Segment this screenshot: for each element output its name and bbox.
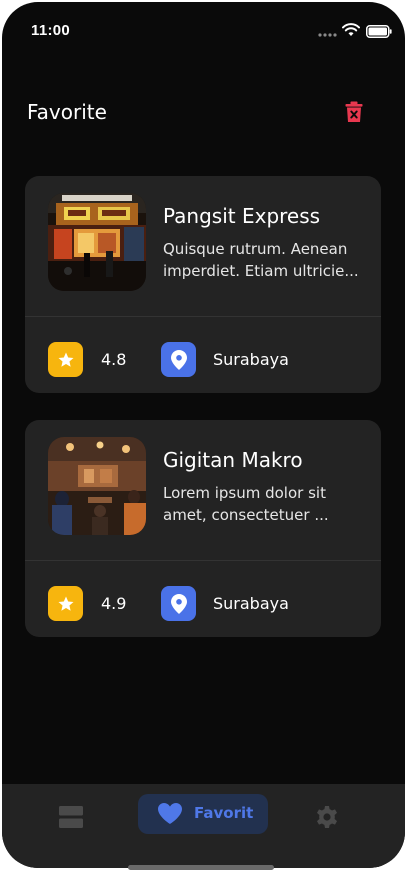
nav-settings-tab[interactable] (312, 802, 342, 832)
rating-badge (48, 342, 83, 377)
rating-badge (48, 586, 83, 621)
bottom-navigation: Favorit (2, 784, 405, 868)
city-name: Surabaya (213, 350, 289, 369)
star-icon (58, 596, 73, 611)
app-screen: 11:00 Favorite Pangsit Express Quisque r… (2, 2, 405, 868)
nav-list-tab[interactable] (56, 802, 86, 832)
location-pin-icon (170, 349, 187, 370)
location-badge (161, 586, 196, 621)
restaurant-name: Gigitan Makro (163, 448, 303, 472)
restaurant-name: Pangsit Express (163, 204, 321, 228)
wifi-icon (342, 23, 360, 36)
rating-value: 4.8 (101, 350, 127, 369)
nav-favorite-label: Favorit (194, 804, 254, 822)
status-time: 11:00 (31, 22, 71, 39)
list-icon (59, 806, 83, 828)
city-name: Surabaya (213, 594, 289, 613)
nav-favorite-tab[interactable]: Favorit (138, 794, 268, 834)
restaurant-description: Quisque rutrum. Aenean imperdiet. Etiam … (163, 238, 363, 282)
battery-icon (366, 25, 392, 38)
description-line: imperdiet. Etiam ultricie... (163, 262, 359, 280)
cellular-signal-icon (318, 33, 337, 37)
trash-icon (345, 101, 363, 122)
description-line: Lorem ipsum dolor sit (163, 484, 326, 502)
favorite-card[interactable]: Gigitan Makro Lorem ipsum dolor sit amet… (25, 420, 381, 637)
page-title: Favorite (27, 100, 107, 124)
description-line: Quisque rutrum. Aenean (163, 240, 348, 258)
star-icon (58, 352, 73, 367)
status-bar: 11:00 (2, 2, 405, 52)
restaurant-photo (48, 437, 146, 535)
card-divider (25, 560, 381, 561)
gear-icon (317, 806, 337, 828)
card-divider (25, 316, 381, 317)
favorite-card[interactable]: Pangsit Express Quisque rutrum. Aenean i… (25, 176, 381, 393)
phone-frame: 11:00 Favorite Pangsit Express Quisque r… (0, 0, 407, 870)
restaurant-description: Lorem ipsum dolor sit amet, consectetuer… (163, 482, 363, 526)
home-indicator[interactable] (128, 865, 274, 870)
location-pin-icon (170, 593, 187, 614)
heart-icon (158, 803, 182, 824)
rating-value: 4.9 (101, 594, 127, 613)
description-line: amet, consectetuer ... (163, 506, 329, 524)
location-badge (161, 342, 196, 377)
restaurant-photo (48, 193, 146, 291)
delete-all-button[interactable] (340, 98, 368, 126)
